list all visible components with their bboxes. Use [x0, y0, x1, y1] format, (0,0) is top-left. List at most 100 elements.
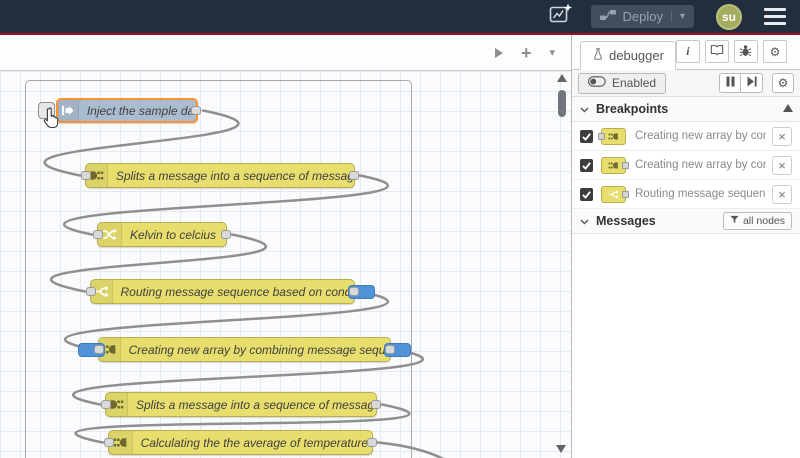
- breakpoint-port-indicator: [622, 190, 629, 198]
- output-port[interactable]: [191, 106, 201, 115]
- output-port[interactable]: [349, 171, 359, 180]
- scroll-up-arrow[interactable]: [556, 74, 567, 82]
- wire[interactable]: [376, 441, 483, 458]
- output-port[interactable]: [385, 345, 395, 354]
- breakpoint-row[interactable]: Routing message sequence based on condit…: [572, 180, 800, 209]
- user-avatar[interactable]: su: [716, 3, 742, 30]
- input-port[interactable]: [94, 345, 104, 354]
- output-port[interactable]: [221, 230, 231, 239]
- gear-icon: ⚙: [777, 76, 789, 90]
- input-port[interactable]: [86, 287, 96, 296]
- debugger-enabled-toggle[interactable]: Enabled: [578, 72, 667, 94]
- breakpoint-port-indicator: [622, 161, 629, 169]
- node-label: Calculating the the average of temperatu…: [140, 435, 369, 450]
- node-label: Creating new array by combining message …: [128, 342, 390, 357]
- node-label: Kelvin to celcius: [130, 227, 217, 242]
- chevron-down-icon: [580, 100, 589, 118]
- sidebar: debugger i ⚙ Enabled ⚙ Breakpoints Creat…: [571, 35, 800, 458]
- workspace: + ▾ Inject the sample data Splits a messa…: [0, 35, 571, 458]
- breakpoint-checkbox[interactable]: [580, 158, 593, 172]
- flow-tab-bar: + ▾: [0, 35, 571, 71]
- node-join[interactable]: Creating new array by combining message …: [78, 337, 411, 362]
- ai-assistant-button[interactable]: [549, 3, 573, 30]
- main-menu-button[interactable]: [762, 4, 788, 29]
- output-port[interactable]: [367, 438, 377, 447]
- output-port[interactable]: [349, 287, 359, 296]
- breakpoint-row[interactable]: Creating new array by combining message …: [572, 151, 800, 180]
- step-icon: [747, 74, 757, 92]
- node-split[interactable]: Splits a message into a sequence of mess…: [101, 392, 381, 417]
- sidebar-settings-button[interactable]: ⚙: [762, 40, 787, 63]
- breakpoint-checkbox[interactable]: [580, 129, 593, 143]
- add-flow-button[interactable]: +: [521, 44, 532, 62]
- menu-icon: [764, 8, 786, 11]
- node-change[interactable]: Kelvin to celcius: [93, 222, 231, 247]
- node-red-app: Deploy ▾ su + ▾ Inject the sample data Sp…: [0, 0, 800, 458]
- breakpoints-section-header[interactable]: Breakpoints: [572, 97, 800, 122]
- deploy-icon: [599, 9, 616, 24]
- info-button[interactable]: i: [675, 40, 700, 63]
- pause-button[interactable]: [719, 73, 741, 93]
- breakpoint-checkbox[interactable]: [580, 187, 593, 201]
- breakpoint-label: Routing message sequence based on condit…: [635, 188, 766, 200]
- pause-icon: [726, 74, 735, 92]
- canvas-scrollbar[interactable]: [555, 74, 568, 455]
- gear-icon: ⚙: [769, 44, 781, 59]
- book-icon: [710, 44, 724, 59]
- messages-filter-label: all nodes: [742, 215, 785, 227]
- remove-breakpoint-button[interactable]: ×: [772, 126, 792, 146]
- ai-assistant-icon: [549, 3, 573, 30]
- messages-section-header[interactable]: Messages all nodes: [572, 209, 800, 234]
- sidebar-tab-bar: debugger i ⚙: [572, 35, 800, 70]
- toggle-icon: [588, 76, 606, 90]
- node-join[interactable]: Calculating the the average of temperatu…: [104, 430, 377, 455]
- deploy-menu-caret-icon[interactable]: ▾: [670, 11, 685, 22]
- output-port[interactable]: [371, 400, 381, 409]
- messages-title: Messages: [596, 214, 656, 228]
- node-inject[interactable]: Inject the sample data: [56, 98, 201, 123]
- input-port[interactable]: [93, 230, 103, 239]
- join-icon: [601, 156, 629, 174]
- remove-breakpoint-button[interactable]: ×: [772, 155, 792, 175]
- deploy-label: Deploy: [622, 9, 663, 24]
- debug-messages-button[interactable]: [733, 40, 758, 63]
- join-icon: [598, 127, 626, 145]
- messages-filter-button[interactable]: all nodes: [722, 212, 792, 230]
- input-port[interactable]: [81, 171, 91, 180]
- scrollbar-thumb[interactable]: [557, 90, 566, 117]
- debugger-config-button[interactable]: ⚙: [772, 73, 794, 93]
- breakpoint-label: Creating new array by combining message …: [635, 159, 766, 171]
- filter-funnel-icon: [730, 215, 739, 227]
- node-switch[interactable]: Routing message sequence based on condit…: [86, 279, 375, 304]
- messages-list[interactable]: [572, 234, 800, 458]
- input-port[interactable]: [104, 438, 114, 447]
- mouse-cursor: [41, 105, 62, 136]
- remove-breakpoint-button[interactable]: ×: [772, 184, 792, 204]
- debugger-toolbar: Enabled ⚙: [572, 70, 800, 97]
- info-icon: i: [686, 44, 690, 58]
- help-book-button[interactable]: [704, 40, 729, 63]
- breakpoints-scroll-up-arrow[interactable]: [783, 104, 793, 112]
- deploy-button[interactable]: Deploy ▾: [590, 5, 694, 28]
- bug-icon: [739, 44, 752, 60]
- breakpoints-list: Creating new array by combining message …: [572, 122, 800, 209]
- tab-debugger[interactable]: debugger: [580, 41, 676, 70]
- switch-icon: [601, 185, 629, 203]
- node-label: Inject the sample data: [86, 103, 196, 118]
- input-port[interactable]: [101, 400, 111, 409]
- flask-icon: [592, 47, 604, 64]
- node-label: Splits a message into a sequence of mess…: [115, 168, 354, 183]
- breakpoint-label: Creating new array by combining message …: [635, 130, 766, 142]
- node-split[interactable]: Splits a message into a sequence of mess…: [81, 163, 359, 188]
- flow-list-button[interactable]: ▾: [549, 46, 555, 59]
- node-label: Splits a message into a sequence of mess…: [136, 397, 376, 412]
- tab-debugger-label: debugger: [609, 48, 664, 63]
- flow-canvas[interactable]: Inject the sample data Splits a message i…: [0, 71, 571, 458]
- scroll-down-arrow[interactable]: [556, 445, 566, 453]
- app-header: Deploy ▾ su: [0, 0, 800, 33]
- breakpoints-title: Breakpoints: [596, 102, 669, 116]
- node-label: Routing message sequence based on condit…: [120, 284, 354, 299]
- tab-scroll-right-button[interactable]: [494, 47, 503, 58]
- step-button[interactable]: [741, 73, 763, 93]
- breakpoint-row[interactable]: Creating new array by combining message …: [572, 122, 800, 151]
